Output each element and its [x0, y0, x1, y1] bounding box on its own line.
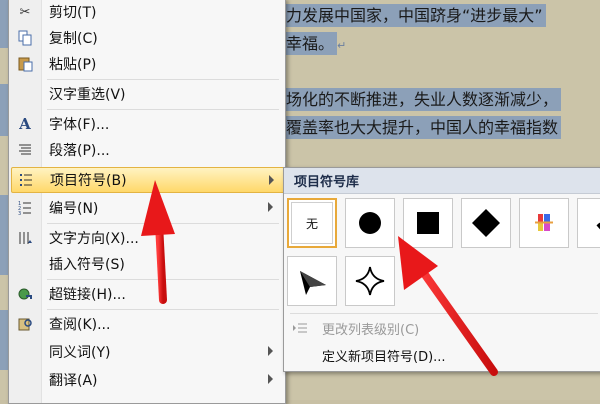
scissors-icon: ✂: [19, 4, 31, 20]
submenu-arrow-icon: [268, 374, 273, 384]
bullet-library-title: 项目符号库: [284, 168, 600, 194]
bullets-icon: [12, 167, 40, 193]
menu-item-translate[interactable]: 翻译(A): [11, 367, 283, 393]
menu-item-synonyms[interactable]: 同义词(Y): [11, 339, 283, 365]
document-line-3: 场化的不断推进，失业人数逐渐减少，: [283, 86, 562, 111]
paste-icon: [11, 51, 39, 77]
document-line-1: 力发展中国家，中国跻身“进步最大”: [283, 2, 546, 27]
submenu-arrow-icon: [269, 175, 274, 185]
arrowhead-icon: [300, 271, 326, 295]
bullet-filled-circle[interactable]: [345, 198, 395, 248]
filled-circle-icon: [359, 212, 381, 234]
menu-item-cut[interactable]: ✂ 剪切(T): [11, 0, 283, 25]
menu-item-insert-symbol[interactable]: 插入符号(S): [11, 251, 283, 277]
document-line-4: 覆盖率也大大提升，中国人的幸福指数: [283, 114, 562, 139]
menu-item-copy[interactable]: 复制(C): [11, 25, 283, 51]
bullet-library-panel: 项目符号库 无 更改列表级别(C) 定义新项目符号(D)...: [283, 167, 600, 372]
font-icon: A: [19, 115, 31, 133]
change-list-level-item: 更改列表级别(C): [284, 315, 600, 341]
bullet-filled-diamond[interactable]: [461, 198, 511, 248]
document-line-2: 幸福。 ↵: [283, 30, 346, 55]
list-level-icon: [290, 318, 310, 338]
submenu-arrow-icon: [268, 346, 273, 356]
menu-item-text-direction[interactable]: 文字方向(X)...: [11, 225, 283, 251]
bullet-none[interactable]: 无: [287, 198, 337, 248]
numbering-icon: 123: [11, 195, 39, 221]
menu-item-bullets[interactable]: 项目符号(B): [11, 167, 285, 193]
copy-icon: [11, 25, 39, 51]
menu-item-hyperlink[interactable]: 超链接(H)...: [11, 281, 283, 307]
menu-item-lookup[interactable]: 查阅(K)...: [11, 311, 283, 337]
bullet-check-mark[interactable]: [577, 198, 600, 248]
menu-item-paste[interactable]: 粘贴(P): [11, 51, 283, 77]
lookup-icon: [11, 311, 39, 337]
filled-diamond-icon: [472, 209, 500, 237]
paragraph-icon: [11, 137, 39, 163]
four-point-star-icon: [355, 266, 385, 296]
bullet-arrowhead[interactable]: [287, 256, 337, 306]
menu-item-font[interactable]: A 字体(F)...: [11, 111, 283, 137]
menu-item-paragraph[interactable]: 段落(P)...: [11, 137, 283, 163]
define-new-bullet-item[interactable]: 定义新项目符号(D)...: [284, 342, 600, 368]
bullet-four-point-star[interactable]: [345, 256, 395, 306]
submenu-arrow-icon: [268, 202, 273, 212]
menu-item-reselect-hanzi[interactable]: 汉字重选(V): [11, 81, 283, 107]
text-direction-icon: [11, 225, 39, 251]
context-menu: ✂ 剪切(T) 复制(C) 粘贴(P) 汉字重选(V) A 字体(F)... 段…: [8, 0, 286, 404]
check-mark-icon: [596, 222, 600, 230]
svg-text:3: 3: [18, 211, 21, 216]
four-color-diamond-icon: [535, 214, 553, 231]
menu-item-numbering[interactable]: 123 编号(N): [11, 195, 283, 221]
hyperlink-icon: [11, 281, 39, 307]
filled-square-icon: [417, 212, 439, 234]
bullet-four-color-diamond[interactable]: [519, 198, 569, 248]
bullet-filled-square[interactable]: [403, 198, 453, 248]
